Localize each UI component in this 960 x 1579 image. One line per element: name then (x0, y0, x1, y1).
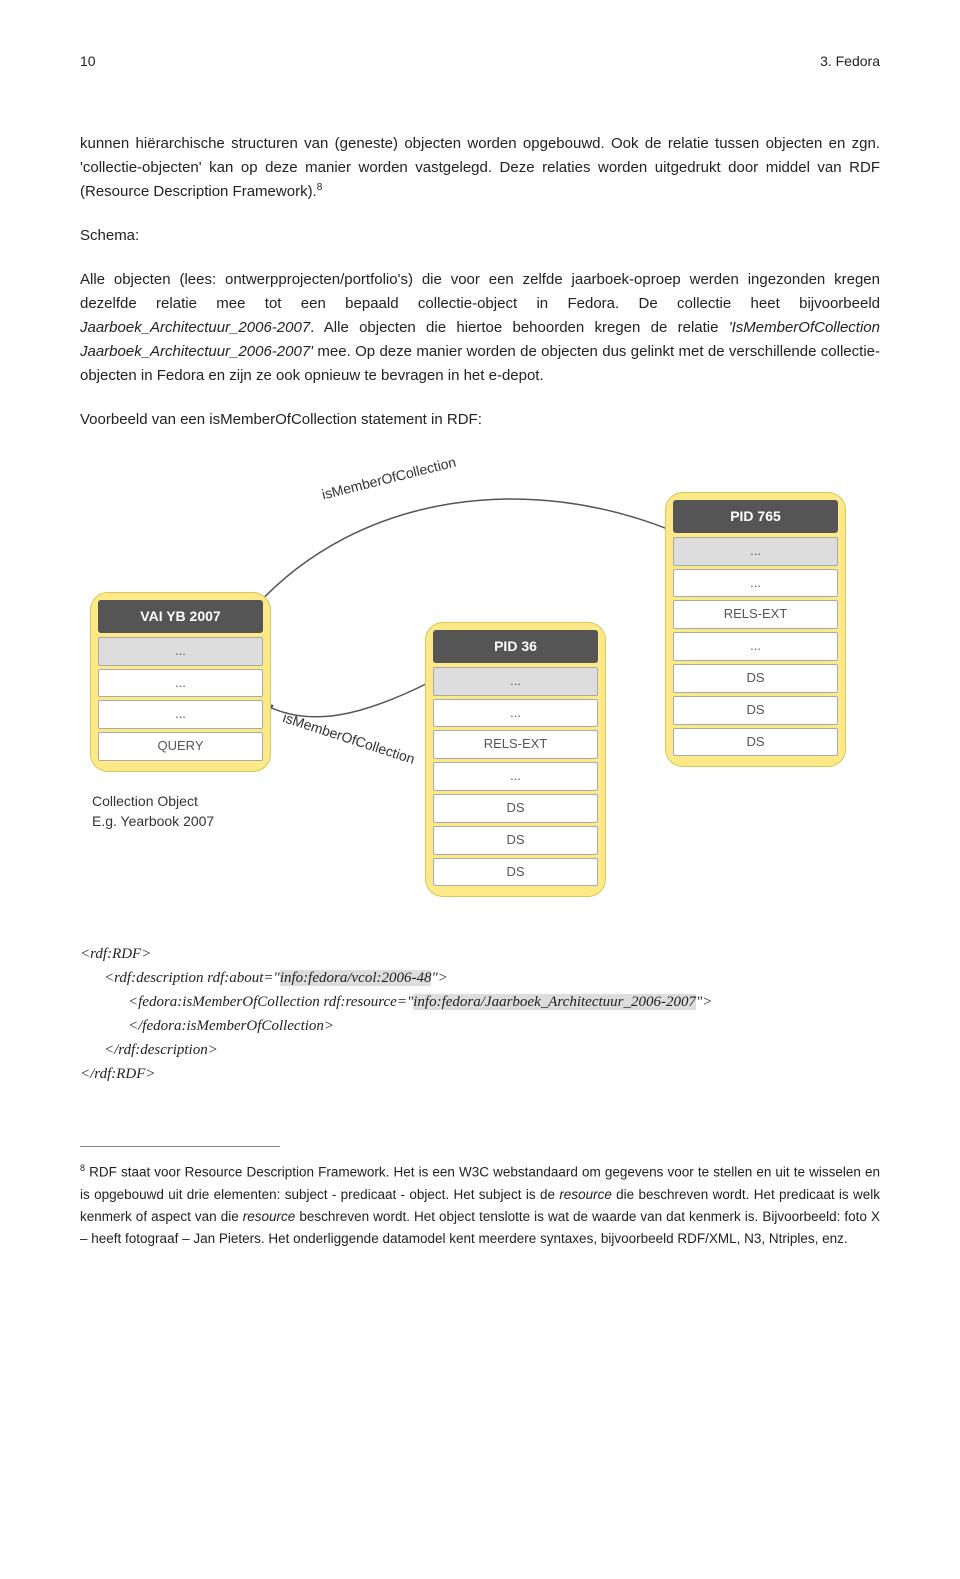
rdf-l2-hl: info:fedora/vcol:2006-48 (280, 970, 432, 986)
card-pid36-row: DS (433, 858, 598, 887)
footnote-8: 8 RDF staat voor Resource Description Fr… (80, 1161, 880, 1251)
paragraph-1-text: kunnen hiërarchische structuren van (gen… (80, 135, 880, 200)
section-title: 3. Fedora (820, 50, 880, 72)
rdf-l2-a: <rdf:description rdf:about=" (104, 970, 280, 986)
paragraph-2-italic-1: Jaarboek_Architectuur_2006-2007 (80, 319, 310, 336)
footnote-italic-2: resource (243, 1209, 296, 1224)
rdf-l3-b: "> (696, 994, 712, 1010)
paragraph-1: kunnen hiërarchische structuren van (gen… (80, 132, 880, 204)
card-collection-caption: Collection Object E.g. Yearbook 2007 (92, 792, 214, 831)
card-pid765-row: DS (673, 696, 838, 725)
card-pid765-row: DS (673, 664, 838, 693)
caption-line-1: Collection Object (92, 793, 198, 809)
paragraph-2-b: . Alle objecten die hiertoe behoorden kr… (310, 319, 729, 336)
card-collection-row: ... (98, 669, 263, 698)
rdf-l3-a: <fedora:isMemberOfCollection rdf:resourc… (128, 994, 413, 1010)
card-pid765-title: PID 765 (673, 500, 838, 532)
edge-label-bottom: isMemberOfCollection (280, 707, 418, 771)
diagram: isMemberOfCollection isMemberOfCollectio… (80, 452, 880, 912)
card-pid765-row: ... (673, 537, 838, 566)
card-pid36-row: ... (433, 762, 598, 791)
card-pid36-row: ... (433, 699, 598, 728)
card-collection-row: ... (98, 637, 263, 666)
example-label: Voorbeeld van een isMemberOfCollection s… (80, 408, 880, 432)
rdf-line-5: </rdf:description> (104, 1038, 880, 1062)
page-header: 10 3. Fedora (80, 50, 880, 72)
rdf-line-3: <fedora:isMemberOfCollection rdf:resourc… (128, 990, 880, 1014)
card-pid36-row: RELS-EXT (433, 730, 598, 759)
paragraph-2: Alle objecten (lees: ontwerpprojecten/po… (80, 268, 880, 388)
rdf-line-1: <rdf:RDF> (80, 942, 880, 966)
card-pid765-row: DS (673, 728, 838, 757)
page-number: 10 (80, 50, 96, 72)
schema-label: Schema: (80, 224, 880, 248)
edge-label-top: isMemberOfCollection (319, 451, 458, 506)
card-pid765-row: RELS-EXT (673, 600, 838, 629)
card-pid36-title: PID 36 (433, 630, 598, 662)
card-collection-title: VAI YB 2007 (98, 600, 263, 632)
footnote-ref-8: 8 (317, 182, 323, 193)
card-pid36-row: ... (433, 667, 598, 696)
card-pid765-row: ... (673, 632, 838, 661)
footnote-separator (80, 1146, 280, 1147)
paragraph-2-a: Alle objecten (lees: ontwerpprojecten/po… (80, 271, 880, 312)
rdf-line-2: <rdf:description rdf:about="info:fedora/… (104, 966, 880, 990)
card-pid36-row: DS (433, 826, 598, 855)
card-collection-row: ... (98, 700, 263, 729)
card-pid765-row: ... (673, 569, 838, 598)
card-collection: VAI YB 2007 ... ... ... QUERY (90, 592, 271, 772)
footnote-italic-1: resource (559, 1187, 616, 1202)
rdf-line-6: </rdf:RDF> (80, 1062, 880, 1086)
rdf-l3-hl: info:fedora/Jaarboek_Architectuur_2006-2… (413, 994, 696, 1010)
card-pid36: PID 36 ... ... RELS-EXT ... DS DS DS (425, 622, 606, 897)
rdf-line-4: </fedora:isMemberOfCollection> (128, 1014, 880, 1038)
card-pid36-row: DS (433, 794, 598, 823)
rdf-code: <rdf:RDF> <rdf:description rdf:about="in… (80, 942, 880, 1086)
caption-line-2: E.g. Yearbook 2007 (92, 813, 214, 829)
card-collection-row: QUERY (98, 732, 263, 761)
page: 10 3. Fedora kunnen hiërarchische struct… (0, 0, 960, 1579)
rdf-l2-b: "> (431, 970, 447, 986)
card-pid765: PID 765 ... ... RELS-EXT ... DS DS DS (665, 492, 846, 767)
